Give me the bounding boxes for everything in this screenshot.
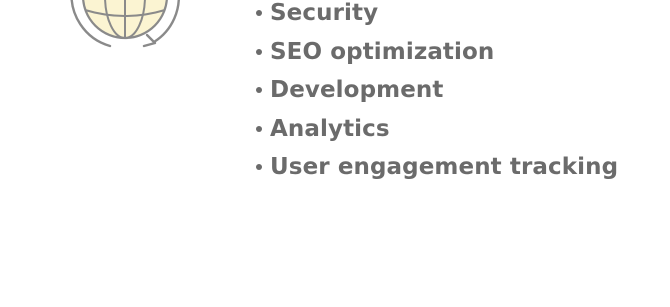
bullet-icon — [256, 10, 262, 17]
globe-sync-icon — [50, 0, 200, 60]
feature-label: Analytics — [270, 115, 390, 142]
feature-label: SEO optimization — [270, 38, 495, 65]
feature-label: User engagement tracking — [270, 154, 619, 181]
bullet-icon — [256, 164, 262, 171]
feature-item-analytics: Analytics — [256, 110, 618, 149]
bullet-icon — [256, 87, 262, 94]
feature-item-user-engagement-tracking: User engagement tracking — [256, 148, 618, 187]
feature-label: Development — [270, 77, 444, 104]
feature-item-development: Development — [256, 71, 618, 110]
feature-list: Security SEO optimization Development An… — [256, 0, 618, 187]
feature-label: Security — [270, 0, 379, 27]
bullet-icon — [256, 48, 262, 55]
feature-item-seo-optimization: SEO optimization — [256, 33, 618, 72]
bullet-icon — [256, 125, 262, 132]
feature-item-security: Security — [256, 0, 618, 33]
